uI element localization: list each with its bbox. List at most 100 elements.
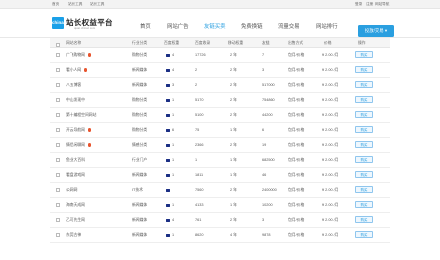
table-row: 看盘游戏网 1 新闻媒体 1811 1 年 46 包月/价格 ¥ 2.00 /月 购买 (50, 168, 390, 183)
buy-button[interactable]: 购买 (355, 66, 373, 73)
row-checkbox[interactable] (56, 188, 60, 192)
buy-button[interactable]: 购买 (355, 156, 373, 163)
nav-link-trade[interactable]: 友链买卖 (204, 22, 226, 30)
cell-friend-links: 46 (262, 173, 267, 177)
cell-site-name[interactable]: 乙可先生网 (66, 218, 85, 223)
buy-button[interactable]: 购买 (355, 111, 373, 118)
buy-button[interactable]: 购买 (355, 231, 373, 238)
table-row: 海南天成网 1 新闻媒体 4133 1 年 10200 包月/价格 ¥ 2.00 /月 购买 (50, 198, 390, 213)
cell-site-name[interactable]: 看小人网 (66, 68, 81, 73)
row-checkbox[interactable] (56, 53, 60, 57)
topbar-link-more[interactable]: 站长工具 (90, 2, 104, 7)
cell-price: ¥ 2.00 /月 (322, 113, 339, 117)
cell-site-name[interactable]: 第十编程空间网站 (66, 113, 96, 118)
cell-site-name[interactable]: 海南天成网 (66, 203, 85, 208)
buy-button[interactable]: 购买 (355, 171, 373, 178)
col-friend-links: 友链 (262, 41, 270, 45)
cell-friend-links: 7 (262, 53, 265, 57)
buy-button[interactable]: 购买 (355, 126, 373, 133)
cell-sale-mode: 包月/价格 (288, 158, 305, 162)
cell-site-name[interactable]: 情侣闲聊网 (66, 143, 85, 148)
cell-price: ¥ 2.00 /月 (322, 203, 339, 207)
row-checkbox[interactable] (56, 218, 60, 222)
cell-price: ¥ 2.00 /月 (322, 128, 339, 132)
buy-button[interactable]: 购买 (355, 51, 373, 58)
nav-ranking[interactable]: 网站排行 (316, 22, 338, 30)
baidu-weight-icon (166, 68, 170, 72)
table-row: 八五博客 3 新闻媒体 2 2 年 517000 包月/价格 ¥ 2.00 /月 购买 (50, 78, 390, 93)
table-row: 鱼业大百科 1 行业门户 1 1 年 682500 包月/价格 ¥ 2.00 /月 购买 (50, 153, 390, 168)
buy-button[interactable]: 购买 (355, 201, 373, 208)
cell-friend-links: 6 (262, 128, 265, 132)
cell-baidu-index: 761 (195, 218, 202, 222)
row-checkbox[interactable] (56, 98, 60, 102)
cell-baidu-index: 75 (195, 128, 200, 132)
cell-site-name[interactable]: 看盘游戏网 (66, 173, 85, 178)
site-nav-link[interactable]: 网站导航 (375, 2, 389, 7)
row-checkbox[interactable] (56, 83, 60, 87)
cell-site-name[interactable]: 公网网 (66, 188, 77, 193)
cell-industry: 新闻媒体 (132, 83, 148, 87)
row-checkbox[interactable] (56, 128, 60, 132)
logo-icon[interactable]: chinaz (52, 17, 66, 29)
baidu-weight-icon (166, 113, 170, 117)
cell-site-name[interactable]: 开云导航网 (66, 128, 85, 133)
row-checkbox[interactable] (56, 203, 60, 207)
post-trade-button[interactable]: 投放/交易 ▾ (358, 25, 394, 37)
cell-site-name[interactable]: 中山发现中 (66, 98, 85, 103)
cell-industry: 购物分类 (132, 113, 148, 117)
cell-baidu-weight: 1 (172, 143, 175, 147)
cell-mobile-weight: 2 年 (230, 113, 237, 117)
cell-industry: 购物分类 (132, 53, 148, 57)
cell-baidu-weight: 1 (172, 113, 175, 117)
baidu-weight-icon (166, 233, 170, 237)
baidu-weight-icon (166, 83, 170, 87)
cell-mobile-weight: 4 年 (230, 233, 237, 237)
buy-button[interactable]: 购买 (355, 81, 373, 88)
baidu-weight-icon (166, 143, 170, 147)
cell-sale-mode: 包月/价格 (288, 83, 305, 87)
nav-traffic[interactable]: 流量交易 (278, 22, 300, 30)
cell-site-name[interactable]: 八五博客 (66, 83, 81, 88)
nav-free-exchange[interactable]: 免费换链 (241, 22, 263, 30)
cell-mobile-weight: 2 年 (230, 143, 237, 147)
row-checkbox[interactable] (56, 68, 60, 72)
topbar-link-home[interactable]: 首页 (52, 2, 59, 7)
buy-button[interactable]: 购买 (355, 216, 373, 223)
row-checkbox[interactable] (56, 143, 60, 147)
nav-home[interactable]: 首页 (140, 22, 151, 30)
cell-baidu-index: 2 (195, 83, 198, 87)
cell-site-name[interactable]: 广飞购物网 (66, 53, 85, 58)
cell-sale-mode: 包月/价格 (288, 113, 305, 117)
topbar-link-tools[interactable]: 站长工具 (68, 2, 82, 7)
cell-price: ¥ 2.00 /月 (322, 143, 339, 147)
row-checkbox[interactable] (56, 173, 60, 177)
buy-button[interactable]: 购买 (355, 186, 373, 193)
cell-sale-mode: 包月/价格 (288, 128, 305, 132)
login-link[interactable]: 登录 (355, 2, 362, 7)
row-checkbox[interactable] (56, 113, 60, 117)
register-link[interactable]: 注册 (366, 2, 373, 7)
buy-button[interactable]: 购买 (355, 96, 373, 103)
cell-sale-mode: 包月/价格 (288, 53, 305, 57)
cell-site-name[interactable]: 东莞古神 (66, 233, 81, 238)
cell-baidu-index: 2 (195, 68, 198, 72)
cell-industry: 新闻媒体 (132, 173, 148, 177)
cell-price: ¥ 2.00 /月 (322, 98, 339, 102)
table-row: 公网网 IT技术 7560 2 年 2400000 包月/价格 ¥ 2.00 /月 购买 (50, 183, 390, 198)
col-mobile-weight: 移动权重 (228, 41, 244, 45)
select-all-checkbox[interactable] (56, 43, 60, 47)
row-checkbox[interactable] (56, 233, 60, 237)
cell-mobile-weight: 1 年 (230, 158, 237, 162)
cell-friend-links: 754860 (262, 98, 275, 102)
nav-ads[interactable]: 网站广告 (167, 22, 189, 30)
baidu-weight-icon (166, 98, 170, 102)
row-checkbox[interactable] (56, 158, 60, 162)
buy-button[interactable]: 购买 (355, 141, 373, 148)
cell-mobile-weight: 1 年 (230, 173, 237, 177)
baidu-weight-icon (166, 173, 170, 177)
cell-industry: IT技术 (132, 188, 143, 192)
table-row: 中山发现中 1 购物分类 5170 2 年 754860 包月/价格 ¥ 2.00 /月 购买 (50, 93, 390, 108)
cell-price: ¥ 2.00 /月 (322, 83, 339, 87)
cell-site-name[interactable]: 鱼业大百科 (66, 158, 85, 163)
